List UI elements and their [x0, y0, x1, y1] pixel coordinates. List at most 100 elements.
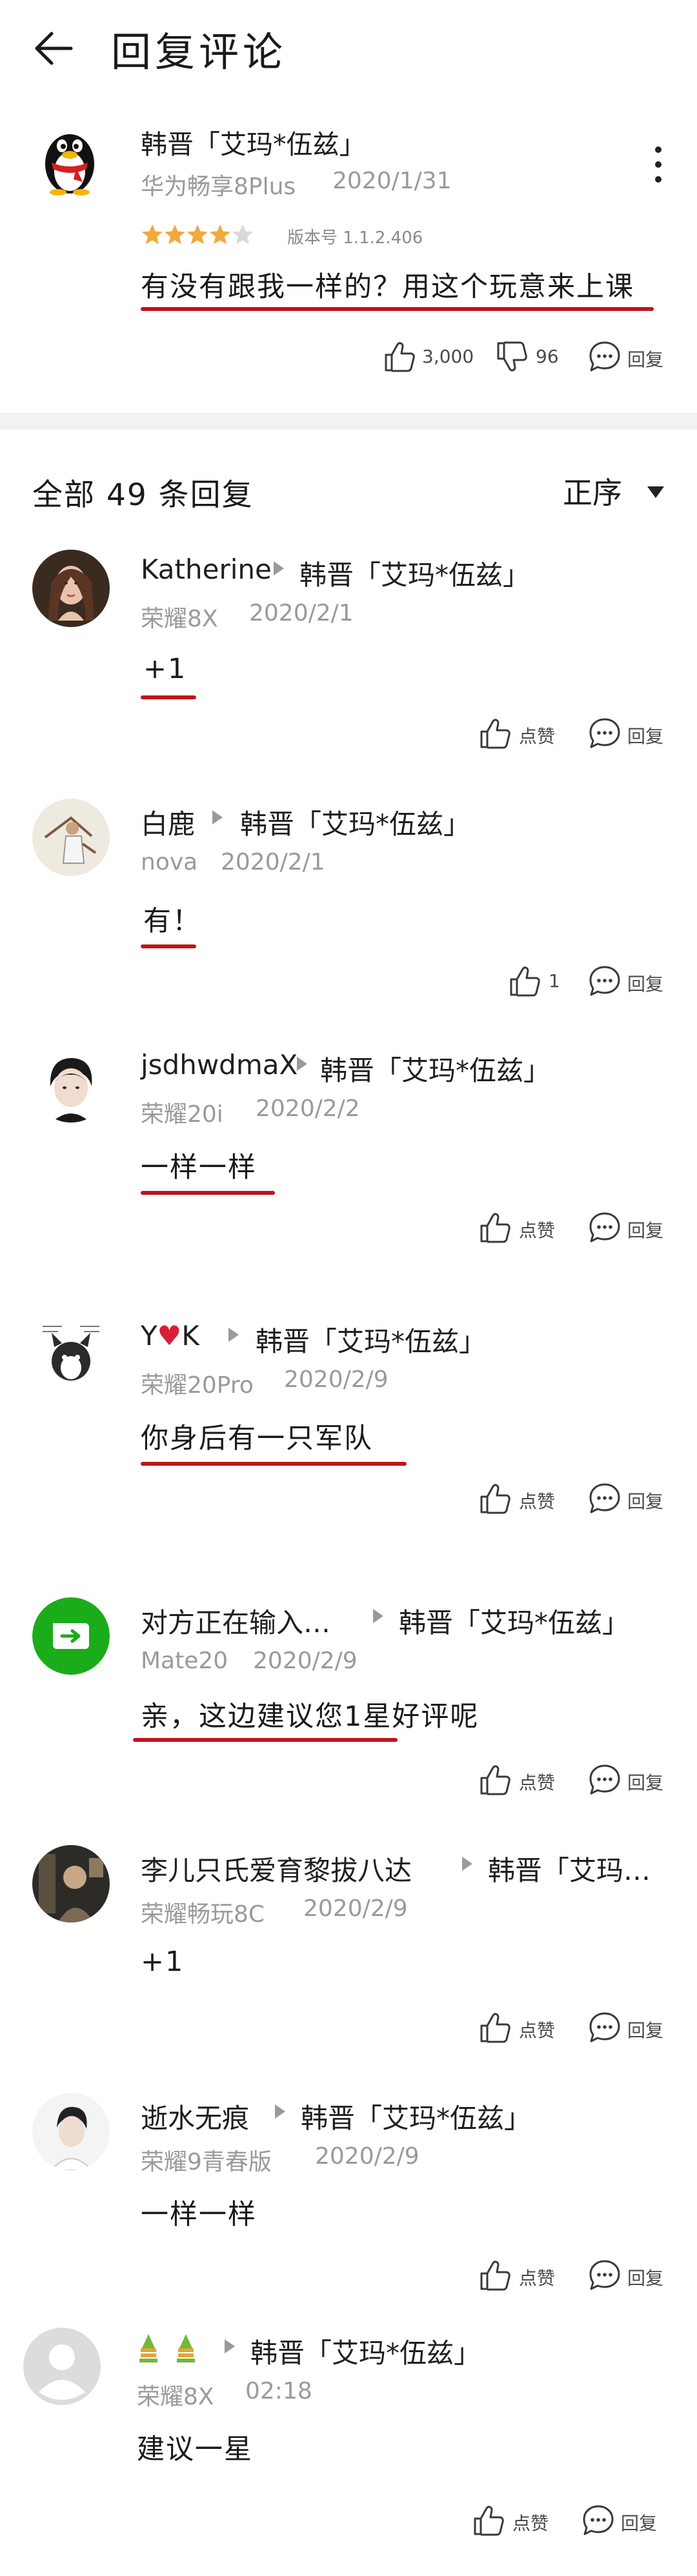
- reply-target[interactable]: 韩晋「艾玛*伍兹」: [240, 803, 470, 842]
- reply-label[interactable]: 回复: [627, 723, 663, 748]
- reply-label[interactable]: 回复: [627, 346, 663, 372]
- reply-label[interactable]: 回复: [627, 1769, 663, 1795]
- reply-content: +1: [141, 1946, 185, 1978]
- comment-icon[interactable]: [587, 716, 622, 751]
- reply-label[interactable]: 回复: [627, 970, 663, 996]
- reply-author[interactable]: [137, 2331, 208, 2364]
- thumbs-up-icon[interactable]: [478, 1481, 512, 1516]
- comment-icon[interactable]: [587, 1762, 622, 1797]
- like-label[interactable]: 点赞: [519, 2264, 555, 2290]
- reply-author[interactable]: 白鹿: [141, 803, 195, 842]
- red-underline: [141, 1191, 275, 1195]
- reply-item: 韩晋「艾玛*伍兹」 荣耀8X 02:18 建议一星 点赞 回复: [0, 2321, 697, 2573]
- comment-icon[interactable]: [587, 1210, 622, 1245]
- reply-target[interactable]: 韩晋「艾玛*伍兹」: [301, 2097, 531, 2136]
- reply-item: 对方正在输入… 韩晋「艾玛*伍兹」 Mate20 2020/2/9 亲，这边建议…: [0, 1591, 697, 1804]
- comment-icon[interactable]: [587, 2010, 622, 2045]
- reply-date: 02:18: [245, 2378, 312, 2404]
- like-label[interactable]: 点赞: [519, 2017, 555, 2042]
- top-bar: 回复评论: [0, 0, 697, 97]
- comment-icon[interactable]: [587, 2258, 622, 2293]
- reply-author[interactable]: 对方正在输入…: [141, 1601, 330, 1641]
- sort-dropdown[interactable]: 正序: [563, 470, 622, 512]
- reply-to-icon: [294, 1054, 310, 1073]
- reply-target[interactable]: 韩晋「艾玛*伍兹」: [256, 1320, 486, 1359]
- thumbs-up-icon[interactable]: [478, 2258, 512, 2293]
- device-name: 荣耀9青春版: [141, 2149, 272, 2175]
- user-avatar[interactable]: [32, 799, 110, 876]
- reply-content: 有！: [143, 905, 201, 937]
- thumbs-up-icon[interactable]: [382, 339, 417, 374]
- reply-date: 2020/2/9: [284, 1366, 389, 1393]
- thumbs-up-icon[interactable]: [478, 1210, 512, 1245]
- comment-icon[interactable]: [581, 2503, 616, 2538]
- like-label[interactable]: 点赞: [519, 1488, 555, 1513]
- penguin-avatar[interactable]: [37, 125, 102, 196]
- reply-target[interactable]: 韩晋「艾玛*伍兹」: [320, 1049, 551, 1088]
- reply-item: Y♥K 韩晋「艾玛*伍兹」 荣耀20Pro 2020/2/9 你身后有一只军队 …: [0, 1310, 697, 1523]
- thumbs-up-icon[interactable]: [478, 1762, 512, 1797]
- user-avatar[interactable]: [32, 550, 110, 627]
- rating-stars: [142, 225, 253, 245]
- like-label[interactable]: 点赞: [519, 723, 555, 748]
- reply-item: 逝水无痕 韩晋「艾玛*伍兹」 荣耀9青春版 2020/2/9 一样一样 点赞 回…: [0, 2086, 697, 2299]
- reply-target[interactable]: 韩晋「艾玛*伍兹」: [299, 554, 530, 593]
- like-label[interactable]: 点赞: [519, 1769, 555, 1795]
- comment-actions: 3,000 96 回复: [0, 339, 697, 378]
- reply-label[interactable]: 回复: [621, 2510, 657, 2535]
- thumbs-up-icon[interactable]: [478, 2010, 512, 2045]
- reply-content: 一样一样: [141, 2199, 257, 2231]
- device-name: nova: [141, 849, 198, 875]
- back-arrow-icon[interactable]: [31, 26, 76, 71]
- reply-content: 建议一星: [137, 2433, 253, 2466]
- user-avatar[interactable]: [32, 1845, 110, 1922]
- chevron-down-icon[interactable]: [645, 484, 666, 501]
- thumbs-up-icon[interactable]: [507, 964, 542, 999]
- reply-author[interactable]: 李儿只氏爱育黎拔八达: [141, 1849, 412, 1888]
- reply-label[interactable]: 回复: [627, 1217, 663, 1243]
- thumbs-up-icon[interactable]: [478, 716, 512, 751]
- comment-icon[interactable]: [587, 964, 622, 999]
- reply-label[interactable]: 回复: [627, 2017, 663, 2042]
- reply-date: 2020/2/2: [256, 1095, 360, 1122]
- thumbs-down-icon[interactable]: [494, 339, 529, 374]
- default-avatar-icon[interactable]: [23, 2328, 101, 2405]
- reply-item: 李儿只氏爱育黎拔八达 韩晋「艾玛… 荣耀畅玩8C 2020/2/9 +1 点赞 …: [0, 1839, 697, 2052]
- reply-target[interactable]: 韩晋「艾玛…: [488, 1849, 651, 1888]
- reply-item: Katherine 韩晋「艾玛*伍兹」 荣耀8X 2020/2/1 +1 点赞 …: [0, 543, 697, 756]
- reply-date: 2020/2/9: [253, 1648, 358, 1674]
- thumbs-up-icon[interactable]: [471, 2503, 506, 2538]
- heart-icon: ♥: [157, 1320, 182, 1352]
- device-name: 华为畅享8Plus: [141, 174, 296, 200]
- like-count[interactable]: 1: [549, 970, 560, 992]
- red-underline: [141, 944, 196, 948]
- comment-author[interactable]: 韩晋「艾玛*伍兹」: [141, 123, 366, 161]
- reply-to-icon: [210, 808, 225, 827]
- device-name: 荣耀20Pro: [141, 1372, 254, 1399]
- comment-icon[interactable]: [587, 339, 622, 374]
- reply-item: 白鹿 韩晋「艾玛*伍兹」 nova 2020/2/1 有！ 1 回复: [0, 792, 697, 1005]
- more-options-icon[interactable]: [652, 143, 665, 186]
- user-avatar[interactable]: [32, 2093, 110, 2170]
- reply-author[interactable]: 逝水无痕: [141, 2097, 249, 2136]
- user-avatar[interactable]: [32, 1597, 110, 1675]
- like-label[interactable]: 点赞: [512, 2510, 549, 2535]
- reply-target[interactable]: 韩晋「艾玛*伍兹」: [250, 2331, 481, 2371]
- device-name: 荣耀8X: [141, 606, 218, 632]
- dislike-count: 96: [536, 346, 559, 367]
- reply-author[interactable]: Y♥K: [141, 1320, 199, 1352]
- reply-to-icon: [226, 1325, 241, 1344]
- user-avatar[interactable]: [32, 1316, 110, 1393]
- reply-label[interactable]: 回复: [627, 1488, 663, 1513]
- reply-author[interactable]: jsdhwdmaX: [141, 1049, 298, 1081]
- like-label[interactable]: 点赞: [519, 1217, 555, 1243]
- user-avatar[interactable]: [32, 1045, 110, 1123]
- author-suffix: K: [181, 1320, 199, 1352]
- reply-label[interactable]: 回复: [627, 2264, 663, 2290]
- reply-date: 2020/2/1: [221, 849, 325, 875]
- reply-author[interactable]: Katherine: [141, 554, 272, 585]
- comment-icon[interactable]: [587, 1481, 622, 1516]
- red-underline: [133, 1738, 398, 1742]
- red-underline: [141, 1462, 407, 1466]
- reply-target[interactable]: 韩晋「艾玛*伍兹」: [399, 1601, 629, 1641]
